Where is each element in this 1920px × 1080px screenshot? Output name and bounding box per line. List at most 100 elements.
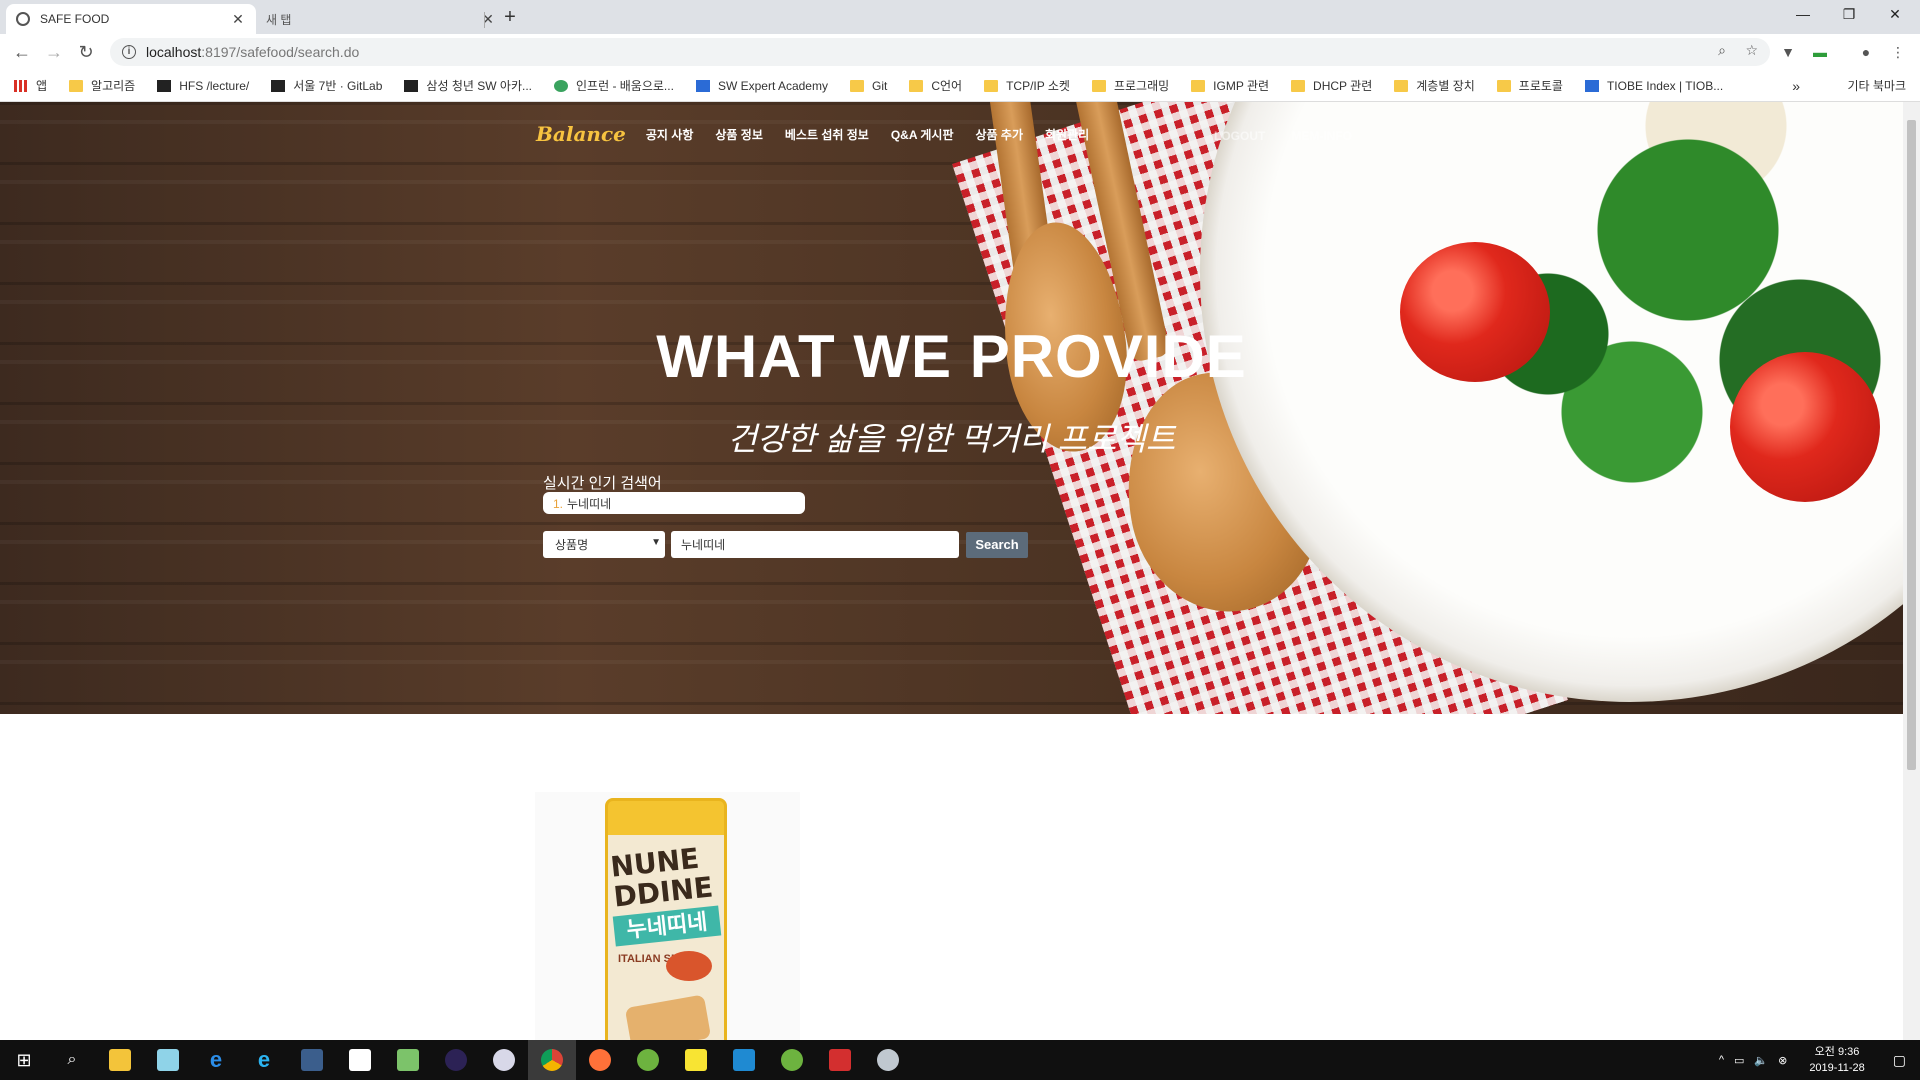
site-info-icon[interactable]: i <box>122 45 136 59</box>
bookmark-item[interactable]: TCP/IP 소켓 <box>984 77 1070 94</box>
bookmark-item[interactable]: HFS /lecture/ <box>157 79 249 93</box>
product-badge-image <box>666 951 712 981</box>
notepad-app[interactable] <box>384 1040 432 1080</box>
bookmark-item[interactable]: TIOBE Index | TIOB... <box>1584 79 1723 93</box>
other-bookmarks-folder[interactable]: 기타 북마크 <box>1825 77 1906 94</box>
address-bar[interactable]: i localhost:8197/safefood/search.do ⌕ ☆ <box>110 38 1770 66</box>
notes-app[interactable] <box>144 1040 192 1080</box>
close-window-button[interactable]: ✕ <box>1872 0 1918 30</box>
clock-time: 오전 9:36 <box>1814 1046 1860 1058</box>
nav-account: LOGOUT MEM-INFO <box>1214 129 1378 143</box>
search-category-select[interactable]: 상품명 ▼ <box>543 531 665 558</box>
bookmark-item[interactable]: 삼성 청년 SW 아카... <box>404 77 532 94</box>
nav-member-admin[interactable]: 회원관리 <box>1045 126 1089 143</box>
taskbar-clock[interactable]: 오전 9:36 2019-11-28 <box>1809 1044 1864 1076</box>
site-logo[interactable]: Balance <box>536 122 626 146</box>
bookmark-label: 계층별 장치 <box>1416 79 1475 93</box>
search-icon: ⌕ <box>67 1051 77 1068</box>
menu-icon[interactable]: ⋮ <box>1888 42 1908 62</box>
volume-muted-icon[interactable]: 🔈 <box>1754 1054 1768 1067</box>
ssafy-icon <box>404 79 419 92</box>
nav-best-intake[interactable]: 베스트 섭취 정보 <box>785 126 869 143</box>
back-button[interactable]: ← <box>10 40 34 64</box>
bookmark-item[interactable]: IGMP 관련 <box>1191 77 1269 94</box>
nav-product-info[interactable]: 상품 정보 <box>715 126 763 143</box>
reload-button[interactable]: ↻ <box>74 40 98 64</box>
restore-button[interactable]: ❐ <box>1826 0 1872 30</box>
close-tab-icon[interactable]: ✕ <box>230 11 246 28</box>
tab-new-tab[interactable]: 새 탭 ✕ <box>256 4 506 34</box>
bookmarks-overflow-button[interactable]: » <box>1792 78 1800 94</box>
chrome-app[interactable] <box>528 1040 576 1080</box>
typora-app[interactable] <box>336 1040 384 1080</box>
bookmark-item[interactable]: 계층별 장치 <box>1394 77 1475 94</box>
paint-app[interactable] <box>480 1040 528 1080</box>
tool-app[interactable] <box>864 1040 912 1080</box>
swea-icon <box>695 79 710 92</box>
bookmark-item[interactable]: SW Expert Academy <box>695 79 828 93</box>
nav-add-product[interactable]: 상품 추가 <box>976 126 1024 143</box>
typora-icon <box>349 1049 371 1071</box>
tab-title: SAFE FOOD <box>40 12 110 26</box>
mem-info-link[interactable]: MEM-INFO <box>1291 129 1352 143</box>
nav-qna-board[interactable]: Q&A 게시판 <box>891 126 954 143</box>
ie-app[interactable]: e <box>240 1040 288 1080</box>
acrobat-app[interactable] <box>816 1040 864 1080</box>
forward-button[interactable]: → <box>42 40 66 64</box>
edge-app[interactable]: e <box>192 1040 240 1080</box>
bookmark-star-icon[interactable]: ☆ <box>1745 42 1758 58</box>
tab-strip: SAFE FOOD ✕ 새 탭 ✕ + — ❐ ✕ <box>0 0 1920 34</box>
product-image[interactable]: NUNE DDINE 누네띠네 ITALIAN SNACK <box>605 798 727 1040</box>
apps-icon <box>14 79 28 92</box>
search-button[interactable]: Search <box>966 531 1028 558</box>
gitlab-icon <box>271 79 286 92</box>
product-brand-text: NUNE DDINE <box>608 841 715 914</box>
eclipse-app[interactable] <box>432 1040 480 1080</box>
bookmark-item[interactable]: Git <box>849 79 887 93</box>
bookmark-item[interactable]: C언어 <box>909 77 962 94</box>
bookmark-item[interactable]: DHCP 관련 <box>1291 77 1372 94</box>
notes-icon <box>157 1049 179 1071</box>
bookmark-item[interactable]: 앱 <box>14 77 47 94</box>
vs-app[interactable] <box>288 1040 336 1080</box>
scrollbar-thumb[interactable] <box>1907 120 1916 770</box>
profile-avatar-icon[interactable]: ● <box>1856 42 1876 62</box>
tab-safe-food[interactable]: SAFE FOOD ✕ <box>6 4 256 34</box>
sticky-notes-app[interactable] <box>672 1040 720 1080</box>
zoom-icon[interactable]: ⌕ <box>1718 42 1726 58</box>
notification-icon[interactable]: ▢ <box>1893 1052 1906 1069</box>
bookmark-item[interactable]: 프로그래밍 <box>1091 77 1169 94</box>
logout-link[interactable]: LOGOUT <box>1214 129 1265 143</box>
spring-app[interactable] <box>624 1040 672 1080</box>
nav-notice[interactable]: 공지 사항 <box>646 126 694 143</box>
network-icon[interactable]: ▭ <box>1734 1054 1744 1067</box>
edge-icon: e <box>209 1047 223 1072</box>
start-button[interactable]: ⊞ <box>0 1040 48 1080</box>
folder-icon <box>1394 79 1409 92</box>
extension-icon[interactable]: ▼ <box>1778 42 1798 62</box>
folder-icon <box>69 79 84 92</box>
bookmark-item[interactable]: 인프런 - 배움으로... <box>553 77 674 94</box>
minimize-button[interactable]: — <box>1780 0 1826 30</box>
firefox-app[interactable] <box>576 1040 624 1080</box>
explorer-app[interactable] <box>96 1040 144 1080</box>
folder-icon <box>984 79 999 92</box>
page-scrollbar[interactable] <box>1903 102 1920 1040</box>
search-input[interactable]: 누네띠네 <box>671 531 959 558</box>
bookmark-item[interactable]: 프로토콜 <box>1496 77 1563 94</box>
popular-search-ticker[interactable]: 1. 누네띠네 <box>543 492 805 514</box>
status-icon[interactable]: ⊗ <box>1778 1054 1787 1067</box>
tray-chevron-icon[interactable]: ^ <box>1719 1054 1724 1066</box>
bookmark-item[interactable]: 알고리즘 <box>69 77 135 94</box>
spring-tool-app[interactable] <box>768 1040 816 1080</box>
product-card[interactable]: NUNE DDINE 누네띠네 ITALIAN SNACK <box>535 792 800 1040</box>
bookmark-item[interactable]: 서울 7반 · GitLab <box>271 77 382 94</box>
search-button-taskbar[interactable]: ⌕ <box>48 1040 96 1080</box>
product-snack-image <box>624 994 712 1040</box>
new-tab-button[interactable]: + <box>498 6 522 30</box>
folder-icon <box>849 79 864 92</box>
vscode-app[interactable] <box>720 1040 768 1080</box>
page-content: Balance 공지 사항 상품 정보 베스트 섭취 정보 Q&A 게시판 상품… <box>0 102 1903 1040</box>
close-tab-icon[interactable]: ✕ <box>480 11 496 28</box>
extension-green-icon[interactable]: ▬ <box>1810 42 1830 62</box>
